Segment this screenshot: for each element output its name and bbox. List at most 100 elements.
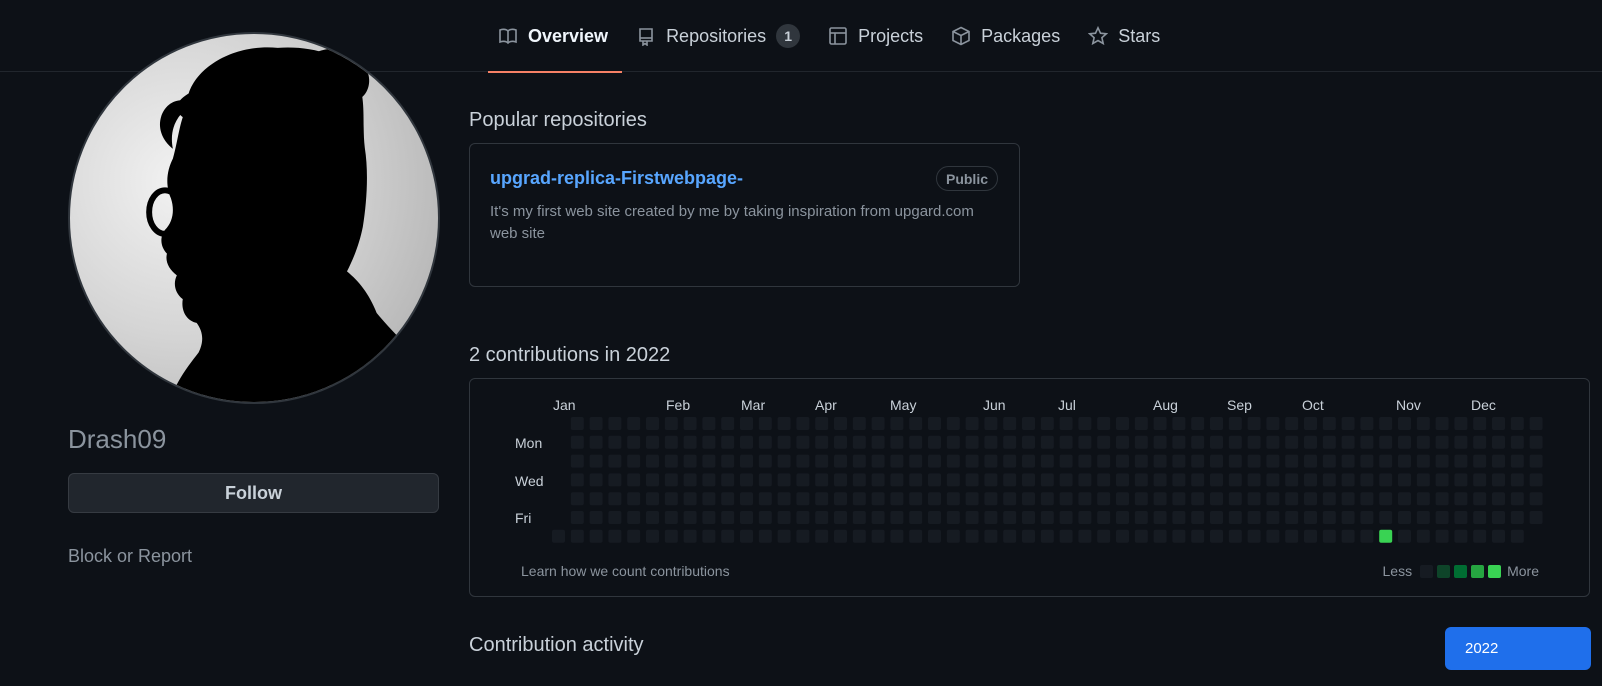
contribution-cell[interactable] xyxy=(984,417,998,430)
contribution-cell[interactable] xyxy=(589,529,603,543)
contribution-cell[interactable] xyxy=(1510,454,1524,468)
contribution-cell[interactable] xyxy=(646,492,659,506)
contribution-cell[interactable] xyxy=(1040,492,1054,506)
contribution-cell[interactable] xyxy=(946,473,960,487)
contribution-cell[interactable] xyxy=(965,454,979,468)
contribution-cell[interactable] xyxy=(1473,529,1487,543)
contribution-cell[interactable] xyxy=(740,435,753,449)
contribution-cell[interactable] xyxy=(702,454,716,468)
contribution-cell[interactable] xyxy=(608,454,622,468)
contribution-cell[interactable] xyxy=(1379,529,1393,543)
contribution-cell[interactable] xyxy=(1022,435,1035,449)
contribution-cell[interactable] xyxy=(1266,473,1280,487)
contribution-cell[interactable] xyxy=(608,435,622,449)
contribution-cell[interactable] xyxy=(815,435,829,449)
contribution-cell[interactable] xyxy=(852,492,866,506)
tab-stars[interactable]: Stars xyxy=(1074,0,1174,72)
contribution-cell[interactable] xyxy=(683,473,697,487)
contribution-cell[interactable] xyxy=(758,454,772,468)
contribution-cell[interactable] xyxy=(1210,473,1223,487)
follow-button[interactable]: Follow xyxy=(68,473,439,513)
contribution-cell[interactable] xyxy=(815,529,829,543)
contribution-cell[interactable] xyxy=(984,435,998,449)
contribution-cell[interactable] xyxy=(1492,473,1505,487)
contribution-cell[interactable] xyxy=(1529,454,1543,468)
contribution-cell[interactable] xyxy=(1360,473,1374,487)
contribution-cell[interactable] xyxy=(1003,492,1017,506)
contribution-cell[interactable] xyxy=(965,417,979,430)
contribution-cell[interactable] xyxy=(1172,529,1186,543)
contribution-cell[interactable] xyxy=(1134,492,1148,506)
contribution-cell[interactable] xyxy=(589,417,603,430)
contribution-cell[interactable] xyxy=(1116,454,1129,468)
contribution-cell[interactable] xyxy=(1510,417,1524,430)
contribution-cell[interactable] xyxy=(1492,435,1505,449)
contribution-cell[interactable] xyxy=(1153,492,1167,506)
contribution-cell[interactable] xyxy=(890,473,904,487)
contribution-cell[interactable] xyxy=(1473,454,1487,468)
contribution-cell[interactable] xyxy=(1116,529,1129,543)
contribution-cell[interactable] xyxy=(1285,454,1299,468)
contribution-cell[interactable] xyxy=(1454,435,1468,449)
contribution-cell[interactable] xyxy=(1529,492,1543,506)
contribution-cell[interactable] xyxy=(909,529,923,543)
contribution-cell[interactable] xyxy=(1153,511,1167,524)
contribution-cell[interactable] xyxy=(627,435,641,449)
contribution-cell[interactable] xyxy=(1134,417,1148,430)
contribution-cell[interactable] xyxy=(1228,417,1242,430)
contribution-cell[interactable] xyxy=(1285,435,1299,449)
contribution-cell[interactable] xyxy=(1473,473,1487,487)
contribution-cell[interactable] xyxy=(1266,492,1280,506)
contribution-cell[interactable] xyxy=(1285,511,1299,524)
contribution-cell[interactable] xyxy=(1435,511,1449,524)
contribution-cell[interactable] xyxy=(589,435,603,449)
contribution-cell[interactable] xyxy=(570,473,584,487)
contribution-cell[interactable] xyxy=(1228,454,1242,468)
contribution-cell[interactable] xyxy=(1266,529,1280,543)
contribution-cell[interactable] xyxy=(1059,511,1073,524)
contribution-cell[interactable] xyxy=(928,435,941,449)
contribution-cell[interactable] xyxy=(1078,435,1092,449)
contribution-cell[interactable] xyxy=(589,454,603,468)
contribution-cell[interactable] xyxy=(740,511,753,524)
contribution-cell[interactable] xyxy=(1040,473,1054,487)
contribution-cell[interactable] xyxy=(1247,511,1261,524)
contribution-cell[interactable] xyxy=(1398,529,1411,543)
contribution-cell[interactable] xyxy=(1379,492,1393,506)
contribution-cell[interactable] xyxy=(871,511,885,524)
block-or-report-link[interactable]: Block or Report xyxy=(68,546,192,567)
contribution-cell[interactable] xyxy=(1078,492,1092,506)
contribution-cell[interactable] xyxy=(909,435,923,449)
contribution-cell[interactable] xyxy=(777,435,791,449)
contribution-cell[interactable] xyxy=(1059,435,1073,449)
contribution-cell[interactable] xyxy=(965,435,979,449)
contribution-cell[interactable] xyxy=(1134,511,1148,524)
contribution-cell[interactable] xyxy=(702,473,716,487)
contribution-cell[interactable] xyxy=(984,492,998,506)
contribution-cell[interactable] xyxy=(570,454,584,468)
contribution-cell[interactable] xyxy=(570,417,584,430)
contribution-cell[interactable] xyxy=(928,529,941,543)
contribution-cell[interactable] xyxy=(702,435,716,449)
contribution-cell[interactable] xyxy=(758,492,772,506)
contribution-cell[interactable] xyxy=(852,417,866,430)
contribution-cell[interactable] xyxy=(890,417,904,430)
contribution-cell[interactable] xyxy=(796,473,810,487)
contribution-cell[interactable] xyxy=(1529,417,1543,430)
contribution-cell[interactable] xyxy=(1022,454,1035,468)
contribution-cell[interactable] xyxy=(815,454,829,468)
contribution-cell[interactable] xyxy=(1172,473,1186,487)
contribution-cell[interactable] xyxy=(1304,492,1317,506)
contribution-cell[interactable] xyxy=(1360,454,1374,468)
contribution-cell[interactable] xyxy=(1322,473,1336,487)
contribution-cell[interactable] xyxy=(664,435,678,449)
contribution-cell[interactable] xyxy=(1379,435,1393,449)
contribution-cell[interactable] xyxy=(796,454,810,468)
contribution-cell[interactable] xyxy=(646,435,659,449)
contribution-cell[interactable] xyxy=(1134,473,1148,487)
contribution-cell[interactable] xyxy=(1097,435,1111,449)
contribution-cell[interactable] xyxy=(796,492,810,506)
contribution-cell[interactable] xyxy=(1040,454,1054,468)
contribution-cell[interactable] xyxy=(890,511,904,524)
contribution-cell[interactable] xyxy=(683,529,697,543)
